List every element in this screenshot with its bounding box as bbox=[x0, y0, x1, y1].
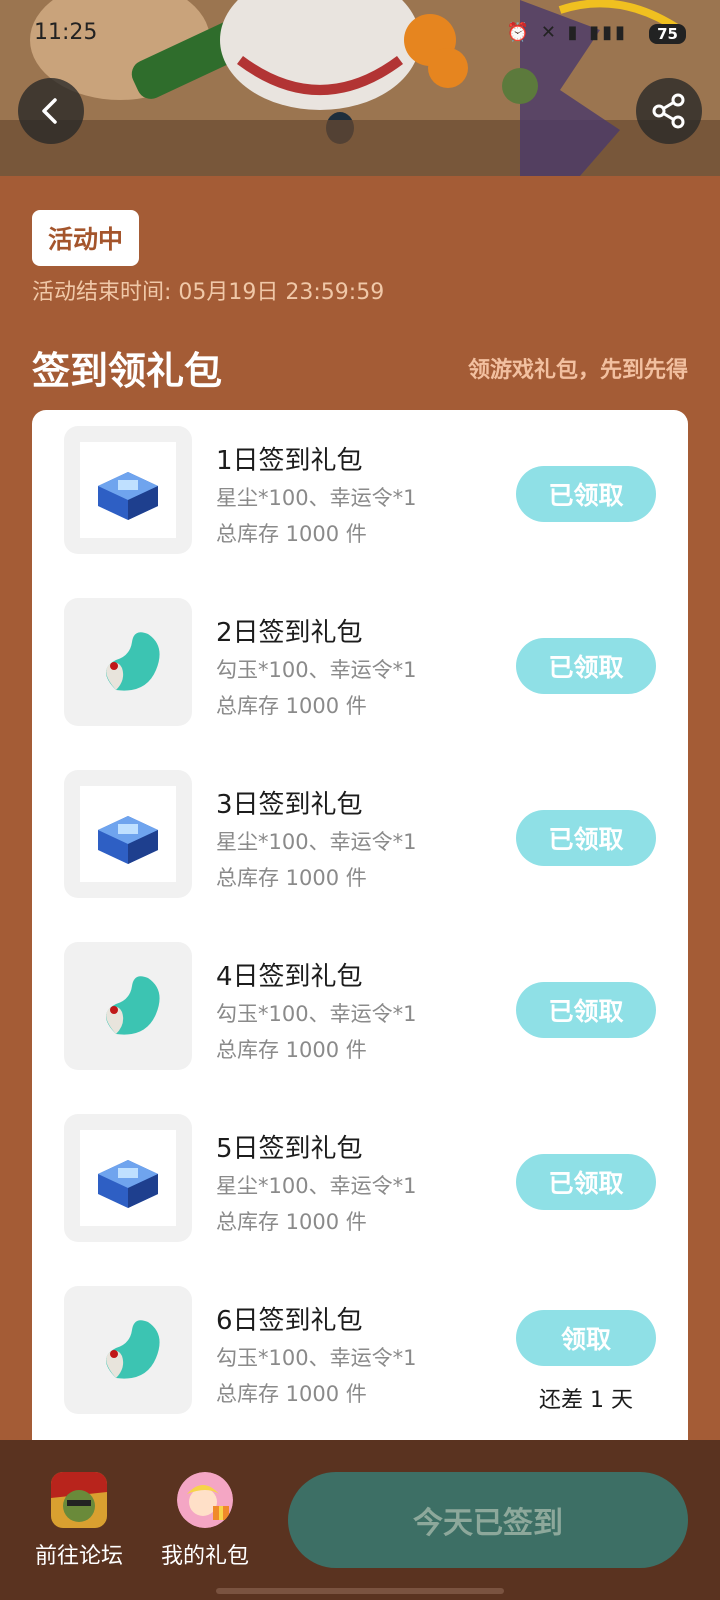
my-gifts-label: 我的礼包 bbox=[160, 1544, 249, 1569]
signin-button[interactable]: 今天已签到 bbox=[288, 1472, 688, 1568]
gift-contents: 星尘*100、幸运令*1 bbox=[216, 1174, 417, 1198]
hero-banner: 11:25 ⏰ ✕ ▮ ▮▮▮ 75 bbox=[0, 0, 720, 176]
back-button[interactable] bbox=[18, 78, 84, 144]
my-gifts-link[interactable]: 我的礼包 bbox=[150, 1472, 260, 1570]
gift-row-day-1: 1日签到礼包 星尘*100、幸运令*1 总库存 1000 件 已领取 bbox=[32, 424, 688, 554]
gift-stock: 总库存 1000 件 bbox=[216, 1382, 367, 1406]
gift-thumbnail bbox=[64, 942, 192, 1070]
gift-title: 5日签到礼包 bbox=[216, 1134, 363, 1164]
activity-status-badge: 活动中 bbox=[32, 210, 140, 266]
home-indicator[interactable] bbox=[216, 1588, 504, 1594]
gift-stock: 总库存 1000 件 bbox=[216, 1210, 367, 1234]
claimed-button[interactable]: 已领取 bbox=[516, 982, 656, 1038]
claimed-button[interactable]: 已领取 bbox=[516, 810, 656, 866]
status-time: 11:25 bbox=[34, 20, 98, 45]
gift-thumbnail bbox=[64, 1114, 192, 1242]
gift-title: 3日签到礼包 bbox=[216, 790, 363, 820]
section-subtitle: 领游戏礼包，先到先得 bbox=[467, 358, 688, 383]
gift-title: 1日签到礼包 bbox=[216, 446, 363, 476]
gift-stock: 总库存 1000 件 bbox=[216, 866, 367, 890]
gift-stock: 总库存 1000 件 bbox=[216, 522, 367, 546]
gift-stock: 总库存 1000 件 bbox=[216, 1038, 367, 1062]
chest-icon bbox=[80, 1130, 176, 1226]
forum-label: 前往论坛 bbox=[34, 1544, 123, 1569]
gift-row-day-5: 5日签到礼包 星尘*100、幸运令*1 总库存 1000 件 已领取 bbox=[32, 1112, 688, 1242]
chest-icon bbox=[80, 442, 176, 538]
chest-icon bbox=[80, 786, 176, 882]
gift-contents: 星尘*100、幸运令*1 bbox=[216, 830, 417, 854]
gift-row-day-2: 2日签到礼包 勾玉*100、幸运令*1 总库存 1000 件 已领取 bbox=[32, 596, 688, 726]
gift-thumbnail bbox=[64, 426, 192, 554]
gift-thumbnail bbox=[64, 1286, 192, 1414]
claim-button[interactable]: 领取 bbox=[516, 1310, 656, 1366]
gift-row-day-4: 4日签到礼包 勾玉*100、幸运令*1 总库存 1000 件 已领取 bbox=[32, 940, 688, 1070]
gift-mascot-icon bbox=[177, 1472, 233, 1528]
days-remaining-text: 还差 1 天 bbox=[539, 1388, 633, 1413]
claimed-button[interactable]: 已领取 bbox=[516, 638, 656, 694]
section-title: 签到领礼包 bbox=[32, 349, 223, 393]
claimed-button[interactable]: 已领取 bbox=[516, 466, 656, 522]
magatama-icon bbox=[80, 958, 176, 1054]
magatama-icon bbox=[80, 1302, 176, 1398]
gift-row-day-3: 3日签到礼包 星尘*100、幸运令*1 总库存 1000 件 已领取 bbox=[32, 768, 688, 898]
gift-thumbnail bbox=[64, 598, 192, 726]
gift-contents: 勾玉*100、幸运令*1 bbox=[216, 1346, 417, 1370]
gift-row-day-6: 6日签到礼包 勾玉*100、幸运令*1 总库存 1000 件 领取 还差 1 天 bbox=[32, 1284, 688, 1414]
gift-stock: 总库存 1000 件 bbox=[216, 694, 367, 718]
gift-thumbnail bbox=[64, 770, 192, 898]
status-icons: ⏰ ✕ ▮ ▮▮▮ bbox=[506, 22, 628, 43]
gift-title: 2日签到礼包 bbox=[216, 618, 363, 648]
gift-contents: 勾玉*100、幸运令*1 bbox=[216, 658, 417, 682]
forum-link[interactable]: 前往论坛 bbox=[24, 1472, 134, 1570]
activity-end-time: 活动结束时间: 05月19日 23:59:59 bbox=[32, 280, 385, 305]
gift-list-card: 1日签到礼包 星尘*100、幸运令*1 总库存 1000 件 已领取 2日签到礼… bbox=[32, 410, 688, 1440]
battery-indicator: 75 bbox=[649, 24, 686, 44]
game-app-icon bbox=[51, 1472, 107, 1528]
bottom-action-bar: 前往论坛 我的礼包 今天已签到 bbox=[0, 1440, 720, 1600]
share-button[interactable] bbox=[636, 78, 702, 144]
share-icon bbox=[652, 93, 685, 129]
chevron-left-icon bbox=[42, 98, 57, 124]
gift-contents: 星尘*100、幸运令*1 bbox=[216, 486, 417, 510]
magatama-icon bbox=[80, 614, 176, 710]
gift-title: 4日签到礼包 bbox=[216, 962, 363, 992]
claimed-button[interactable]: 已领取 bbox=[516, 1154, 656, 1210]
gift-title: 6日签到礼包 bbox=[216, 1306, 363, 1336]
gift-contents: 勾玉*100、幸运令*1 bbox=[216, 1002, 417, 1026]
